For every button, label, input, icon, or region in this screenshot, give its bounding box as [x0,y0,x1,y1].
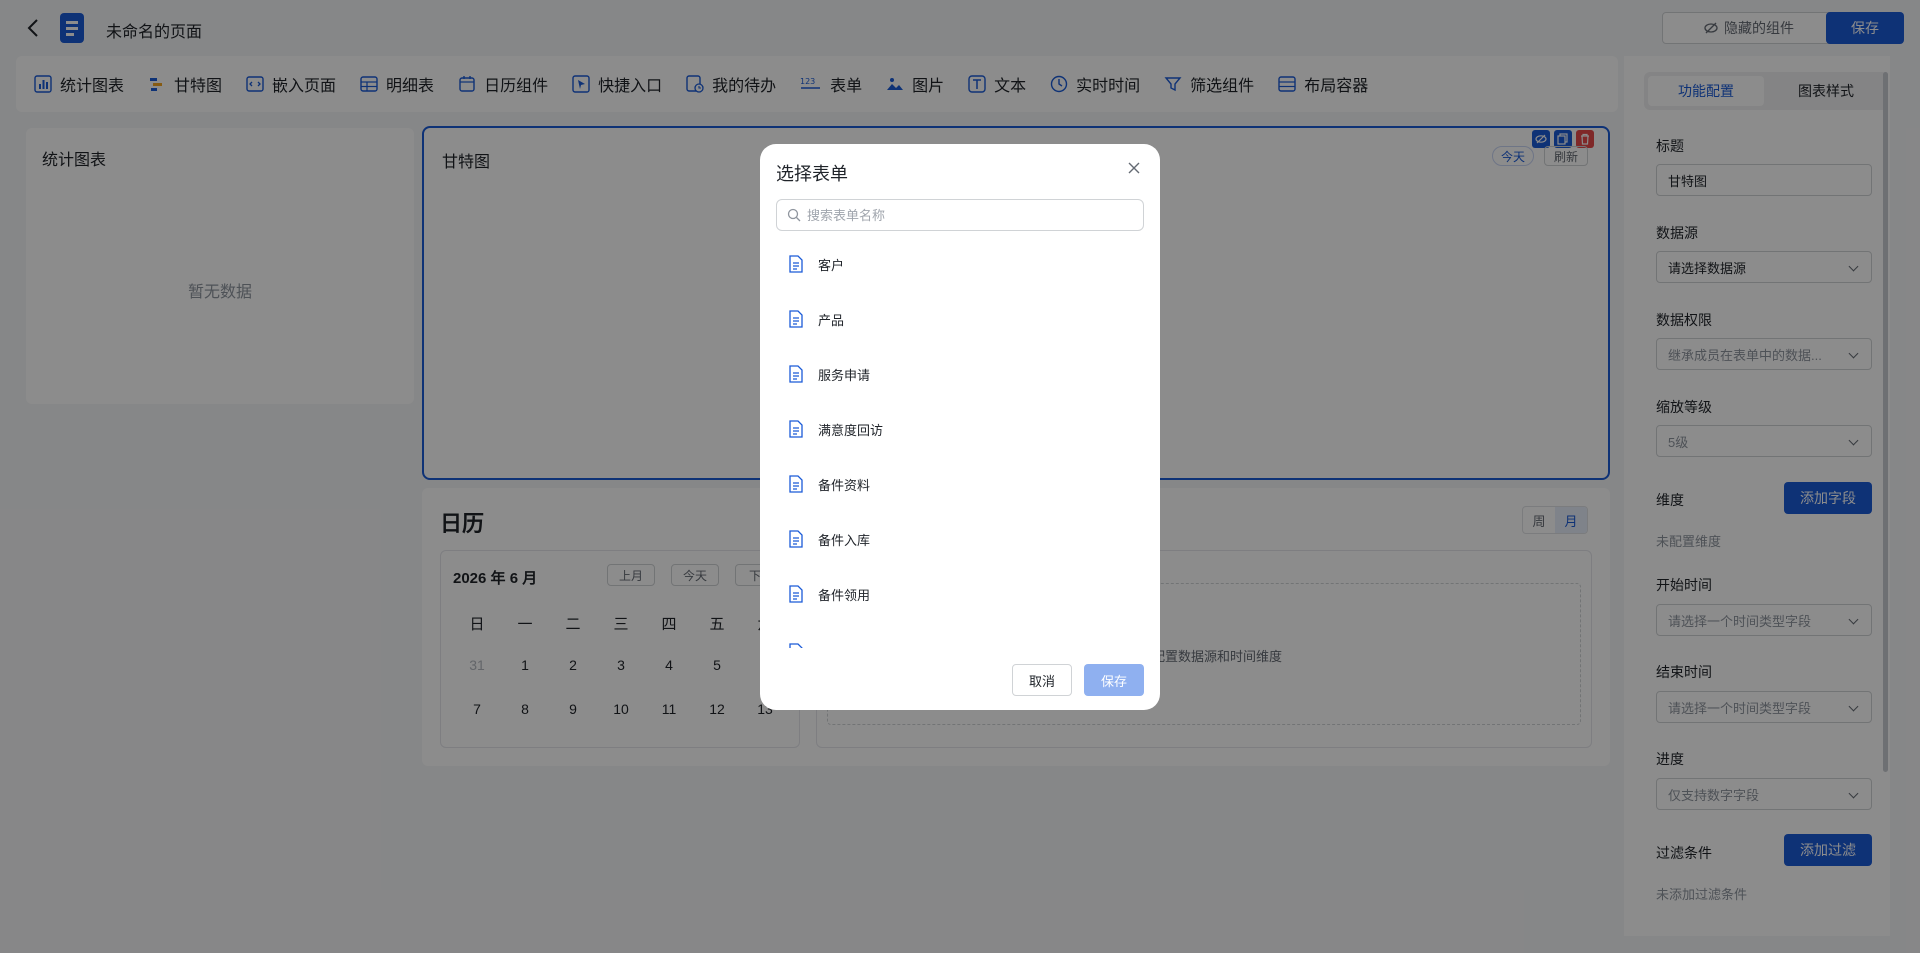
form-list-item[interactable]: 备件入库 [772,519,1148,559]
document-icon [789,365,803,383]
document-icon [789,643,803,648]
document-icon [789,530,803,548]
form-name: 备件入库 [818,532,871,548]
cancel-button[interactable]: 取消 [1012,664,1072,696]
form-list-item[interactable]: 备件资料 [772,464,1148,504]
form-list-item[interactable]: 客户 [772,244,1148,284]
form-name: 服务申请 [818,367,871,383]
document-icon [789,585,803,603]
form-list-item[interactable]: 备件领用 [772,574,1148,614]
form-name: 备件资料 [818,477,871,493]
document-icon [789,310,803,328]
search-field[interactable] [776,199,1144,231]
form-name: 客户 [818,257,845,273]
dialog-save-button[interactable]: 保存 [1084,664,1144,696]
document-icon [789,475,803,493]
search-icon [787,208,801,222]
close-icon[interactable] [1124,158,1144,178]
form-name: 备件领用 [818,587,871,603]
form-list-item[interactable]: 产品 [772,299,1148,339]
select-form-dialog: 选择表单 客户 产品 服务申请 满意度回访 备件资料 备件入库 备件领用 取消 … [760,144,1160,710]
form-list: 客户 产品 服务申请 满意度回访 备件资料 备件入库 备件领用 [760,240,1160,648]
document-icon [789,420,803,438]
form-list-item[interactable]: 满意度回访 [772,409,1148,449]
form-name: 产品 [818,312,845,328]
form-list-item[interactable]: 服务申请 [772,354,1148,394]
search-input[interactable] [807,207,1127,223]
form-name: 满意度回访 [818,422,884,438]
dialog-title: 选择表单 [776,164,848,184]
document-icon [789,255,803,273]
form-list-item-partial[interactable] [772,632,1148,648]
